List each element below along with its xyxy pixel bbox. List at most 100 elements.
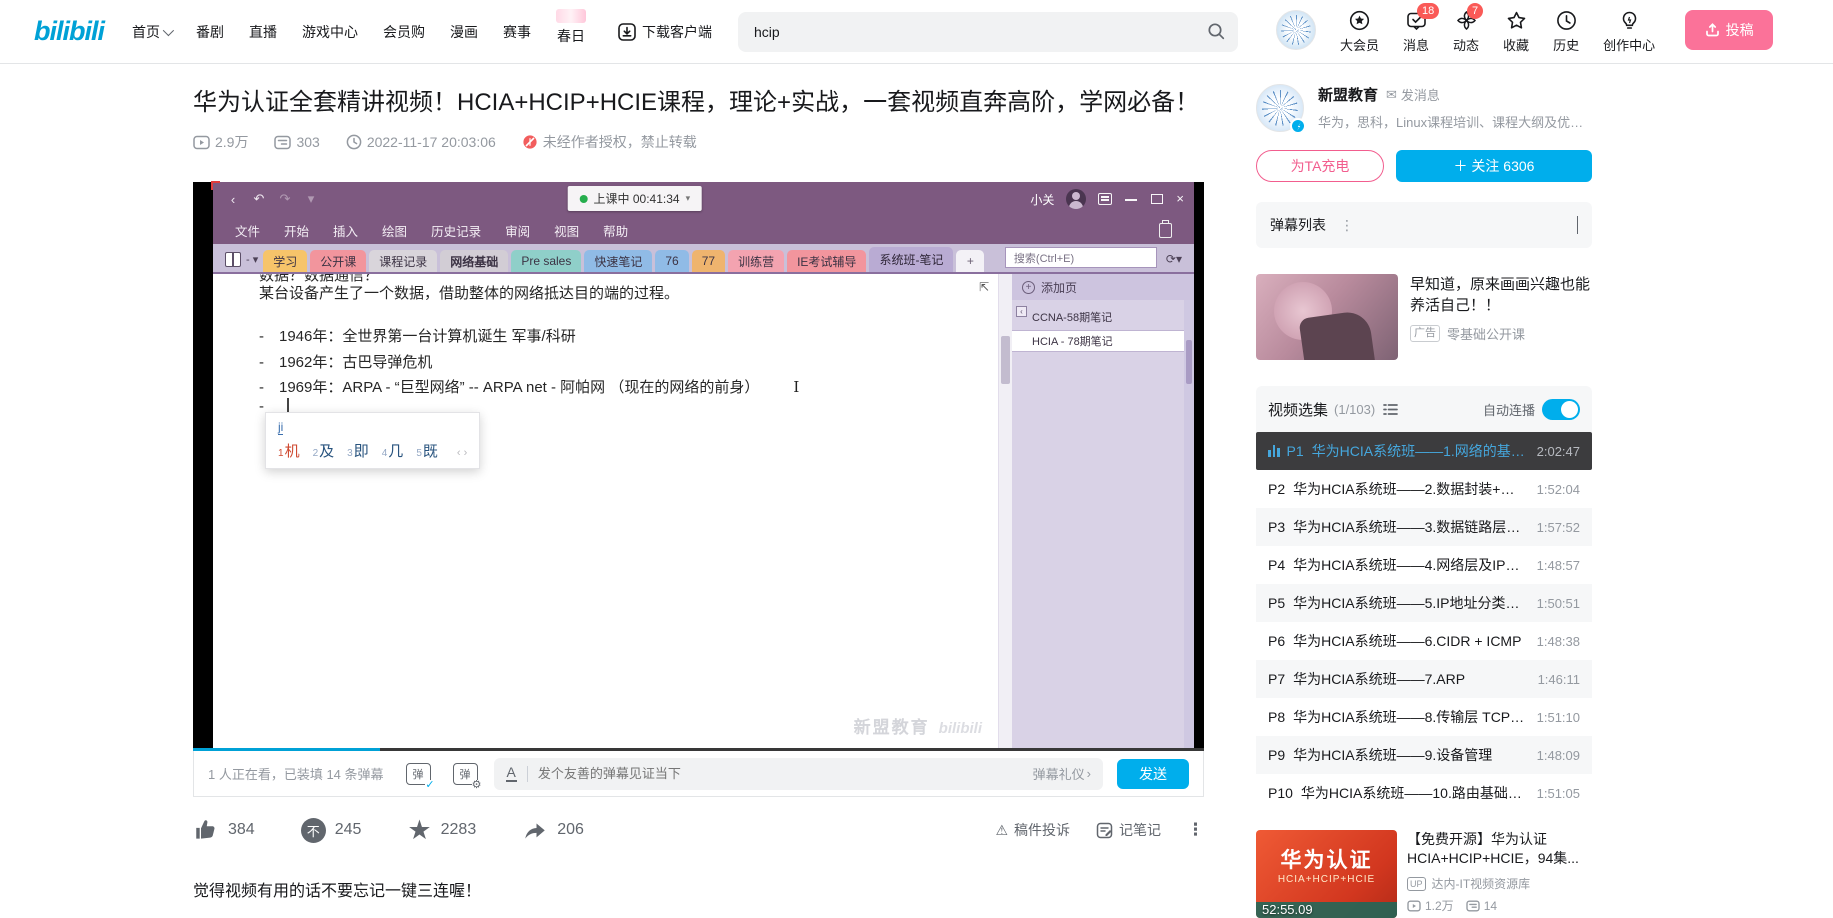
favorite-button[interactable]: ★ 2283 [407, 818, 476, 842]
playlist-item-p8[interactable]: P8华为HCIA系统班——8.传输层 TCP+UDP1:51:10 [1256, 698, 1592, 736]
send-message-link[interactable]: ✉ 发消息 [1386, 85, 1440, 104]
danmaku-style-icon[interactable]: A [506, 765, 517, 782]
search-input[interactable] [742, 24, 1207, 40]
playlist-item-p1[interactable]: P1 华为HCIA系统班——1.网络的基本概念 2:02:47 [1256, 432, 1592, 470]
nav-shop[interactable]: 会员购 [383, 22, 425, 42]
play-count-icon [193, 135, 210, 150]
recommended-thumbnail[interactable]: 华为认证 HCIA+HCIP+HCIE 52:55.09 [1256, 830, 1397, 918]
danmaku-list-panel[interactable]: 弹幕列表 ⋮ [1256, 202, 1592, 248]
more-options-icon[interactable]: ⋮ [1187, 820, 1204, 840]
new-tab-button: + [956, 250, 984, 272]
upload-icon [1705, 22, 1720, 37]
playlist-item-p10[interactable]: P10华为HCIA系统班——10.路由基础+静...1:51:05 [1256, 774, 1592, 812]
add-page-button: + 添加页 [1012, 274, 1194, 300]
tab-system-class-notes: 系统班-笔记 [869, 247, 953, 272]
bilibili-logo[interactable]: bilibili [34, 16, 104, 47]
nav-messages[interactable]: 18 消息 [1403, 10, 1429, 54]
playlist-item-p5[interactable]: P5华为HCIA系统班——5.IP地址分类与VLSM1:50:51 [1256, 584, 1592, 622]
playlist-item-p3[interactable]: P3华为HCIA系统班——3.数据链路层及MA...1:57:52 [1256, 508, 1592, 546]
playlist-item-p7[interactable]: P7华为HCIA系统班——7.ARP1:46:11 [1256, 660, 1592, 698]
thumbs-up-icon [193, 817, 219, 843]
playlist-item-p9[interactable]: P9华为HCIA系统班——9.设备管理1:48:09 [1256, 736, 1592, 774]
menu-draw: 绘图 [382, 221, 407, 240]
nav-esports[interactable]: 赛事 [503, 22, 531, 42]
search-bar [738, 12, 1238, 52]
player-progress-bar[interactable] [193, 748, 1204, 751]
text-cursor-ibeam: I [793, 378, 799, 396]
autoplay-toggle[interactable] [1542, 399, 1580, 420]
follow-button[interactable]: ＋ 关注 6306 [1396, 150, 1592, 182]
search-icon[interactable] [1207, 22, 1226, 41]
ad-title[interactable]: 早知道，原来画画兴趣也能养活自己！！ [1410, 274, 1592, 316]
menu-home: 开始 [284, 221, 309, 240]
expand-chevron-icon[interactable] [1577, 216, 1578, 234]
ad-description: 零基础公开课 [1447, 324, 1525, 343]
note-bullet-1969: 1969年：ARPA - “巨型网络” -- ARPA net - 阿帕网 （现… [259, 376, 799, 397]
charge-button[interactable]: 为TA充电 [1256, 150, 1384, 182]
undo-icon: ↶ [249, 191, 269, 207]
ad-card[interactable]: 早知道，原来画画兴趣也能养活自己！！ 广告 零基础公开课 [1256, 274, 1592, 360]
live-dot-icon [580, 195, 588, 203]
playlist-panel: 视频选集 (1/103) 自动连播 P1 华为HCIA系统班——1.网络的基本概… [1256, 386, 1592, 812]
nav-menu: 首页 番剧 直播 游戏中心 会员购 漫画 赛事 春日 [132, 17, 586, 46]
ad-badge: 广告 [1410, 325, 1440, 342]
lightbulb-icon [1618, 10, 1640, 32]
nav-moments[interactable]: 7 动态 [1453, 10, 1479, 54]
notebook-dropdown: - ▾ [246, 253, 258, 266]
nav-manga[interactable]: 漫画 [450, 22, 478, 42]
danmaku-send-button[interactable]: 发送 [1117, 759, 1189, 789]
nav-history[interactable]: 历史 [1553, 10, 1579, 54]
recommended-danmaku: 14 [1466, 899, 1497, 913]
ime-candidate-5: 5既 [416, 440, 438, 461]
danmaku-list-options-icon[interactable]: ⋮ [1340, 217, 1354, 234]
expand-arrows-icon: ⇱ [979, 280, 989, 294]
nav-home[interactable]: 首页 [132, 22, 171, 42]
video-player[interactable]: ‹ ↶ ↷ ▾ 上课中 00:41:34 ▾ 小关 × [193, 182, 1204, 751]
plus-icon: + [1022, 281, 1035, 294]
minimize-icon [1124, 193, 1138, 205]
clock-icon [346, 134, 362, 150]
share-button[interactable]: 206 [522, 817, 584, 843]
coin-icon: 不 [301, 818, 326, 843]
video-watermark: 新盟教育 bilibili [854, 713, 982, 738]
triple-action-hint: 觉得视频有用的话不要忘记一键三连喔！ [193, 877, 1204, 901]
take-notes-link[interactable]: 记笔记 [1096, 820, 1161, 840]
nav-favorites[interactable]: 收藏 [1503, 10, 1529, 54]
upload-button[interactable]: 投稿 [1685, 10, 1773, 50]
moments-count-badge: 7 [1467, 3, 1483, 19]
nav-game-center[interactable]: 游戏中心 [302, 22, 358, 42]
ad-thumbnail[interactable] [1256, 274, 1398, 360]
charge-lightning-badge [1290, 118, 1306, 134]
danmaku-input[interactable] [538, 766, 1033, 781]
coin-button[interactable]: 不 245 [301, 818, 362, 843]
playlist-item-p2[interactable]: P2华为HCIA系统班——2.数据封装+传输介质1:52:04 [1256, 470, 1592, 508]
uploader-name[interactable]: 新盟教育 [1318, 84, 1378, 105]
note-icon [1096, 822, 1113, 839]
tab-77: 77 [692, 250, 725, 272]
nav-festival[interactable]: 春日 [556, 19, 586, 46]
danmaku-toggle-icon[interactable]: 弹✓ [406, 763, 431, 785]
onenote-menubar: 文件 开始 插入 绘图 历史记录 审阅 视图 帮助 [213, 216, 1194, 244]
history-clock-icon [1555, 10, 1577, 32]
danmaku-settings-icon[interactable]: 弹⚙ [453, 763, 478, 785]
like-button[interactable]: 384 [193, 817, 255, 843]
user-avatar[interactable] [1276, 10, 1316, 50]
list-view-icon[interactable] [1383, 403, 1398, 416]
nav-live[interactable]: 直播 [249, 22, 277, 42]
danmaku-etiquette-link[interactable]: 弹幕礼仪› [1033, 764, 1091, 783]
recommended-video-card[interactable]: 华为认证 HCIA+HCIP+HCIE 52:55.09 【免费开源】华为认证 … [1256, 830, 1592, 918]
copyright-notice: 未经作者授权，禁止转载 [522, 132, 697, 152]
navbar-user-area: 大会员 18 消息 7 动态 收藏 历史 [1276, 10, 1773, 54]
divider [527, 766, 528, 782]
nav-vip[interactable]: 大会员 [1340, 10, 1379, 54]
playlist-item-p4[interactable]: P4华为HCIA系统班——4.网络层及IP地址1:48:57 [1256, 546, 1592, 584]
report-link[interactable]: ⚠ 稿件投诉 [995, 820, 1070, 840]
nav-bangumi[interactable]: 番剧 [196, 22, 224, 42]
note-bullet-1962: 1962年：古巴导弹危机 [259, 351, 432, 372]
video-main-column: 华为认证全套精讲视频！HCIA+HCIP+HCIE课程，理论+实战，一套视频直奔… [193, 86, 1204, 901]
recommended-uploader[interactable]: UP 达内-IT视频资源库 [1407, 875, 1592, 892]
recommended-title[interactable]: 【免费开源】华为认证 HCIA+HCIP+HCIE，94集... [1407, 830, 1592, 868]
nav-creator-center[interactable]: 创作中心 [1603, 10, 1655, 54]
playlist-item-p6[interactable]: P6华为HCIA系统班——6.CIDR + ICMP1:48:38 [1256, 622, 1592, 660]
download-client-link[interactable]: 下载客户端 [618, 22, 712, 42]
